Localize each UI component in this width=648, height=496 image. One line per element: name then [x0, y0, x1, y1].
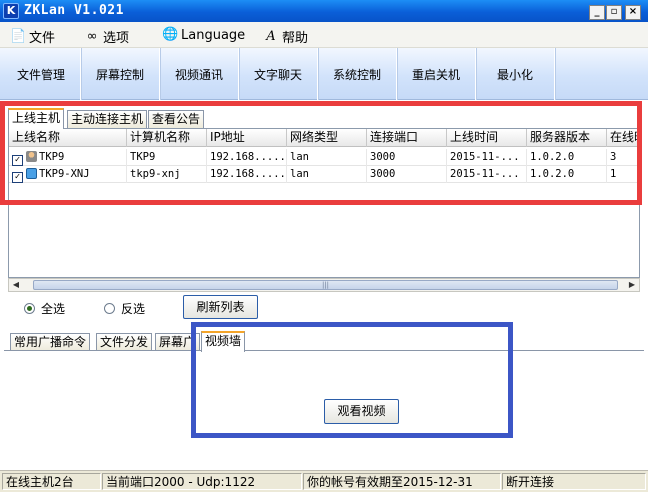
function-toolbar: 文件管理 屏幕控制 视频通讯 文字聊天 系统控制 重启关机 最小化	[0, 48, 648, 100]
horizontal-scrollbar[interactable]: ◀ ||| ▶	[8, 278, 640, 292]
toolbar-video-call-button[interactable]: 视频通讯	[160, 48, 239, 100]
toolbar-minimize-button[interactable]: 最小化	[476, 48, 555, 100]
menu-file[interactable]: 📄 文件	[10, 27, 56, 47]
close-button[interactable]: ×	[625, 5, 641, 20]
menu-help-label: 帮助	[282, 31, 309, 46]
menu-language-label: Language	[181, 27, 246, 43]
menu-file-label: 文件	[29, 31, 56, 46]
disconnect-status[interactable]: 断开连接	[502, 473, 646, 490]
blue-highlight-box	[191, 322, 513, 438]
menu-options[interactable]: ∞ 选项	[84, 27, 130, 47]
toolbar-system-control-button[interactable]: 系统控制	[318, 48, 397, 100]
invert-selection-radio[interactable]: 反选	[104, 300, 145, 317]
toolbar-restart-shutdown-button[interactable]: 重启关机	[397, 48, 476, 100]
toolbar-file-manage-button[interactable]: 文件管理	[2, 48, 81, 100]
menu-language[interactable]: 🌐 Language	[162, 27, 245, 43]
scroll-left-icon[interactable]: ◀	[9, 279, 23, 291]
radio-dot-icon	[24, 303, 35, 314]
red-highlight-box	[0, 101, 642, 205]
scroll-thumb[interactable]: |||	[33, 280, 618, 290]
translate-icon: 🌐	[162, 27, 179, 42]
title-bar: K ZKLan V1.021 _ ▫ ×	[0, 0, 648, 22]
app-logo-icon: K	[3, 3, 19, 19]
glasses-icon: ∞	[86, 28, 98, 44]
select-all-label: 全选	[41, 302, 66, 316]
minimize-button[interactable]: _	[589, 5, 605, 20]
scroll-right-icon[interactable]: ▶	[625, 279, 639, 291]
refresh-list-button[interactable]: 刷新列表	[183, 295, 258, 319]
invert-label: 反选	[121, 302, 146, 316]
select-all-radio[interactable]: 全选	[24, 300, 65, 317]
maximize-button[interactable]: ▫	[606, 5, 622, 20]
toolbar-screen-control-button[interactable]: 屏幕控制	[81, 48, 160, 100]
port-status: 当前端口2000 - Udp:1122	[102, 473, 302, 490]
online-count-status: 在线主机2台	[2, 473, 101, 490]
expiry-status: 你的帐号有效期至2015-12-31	[303, 473, 501, 490]
document-icon: 📄	[10, 28, 27, 44]
toolbar-text-chat-button[interactable]: 文字聊天	[239, 48, 318, 100]
window-title: ZKLan V1.021	[24, 3, 124, 18]
status-bar: 在线主机2台 当前端口2000 - Udp:1122 你的帐号有效期至2015-…	[0, 470, 648, 492]
radio-dot-icon	[104, 303, 115, 314]
menu-options-label: 选项	[103, 31, 130, 46]
help-icon: A	[266, 28, 276, 44]
menu-bar: 📄 文件 ∞ 选项 🌐 Language A 帮助	[0, 22, 648, 48]
menu-help[interactable]: A 帮助	[263, 27, 309, 47]
